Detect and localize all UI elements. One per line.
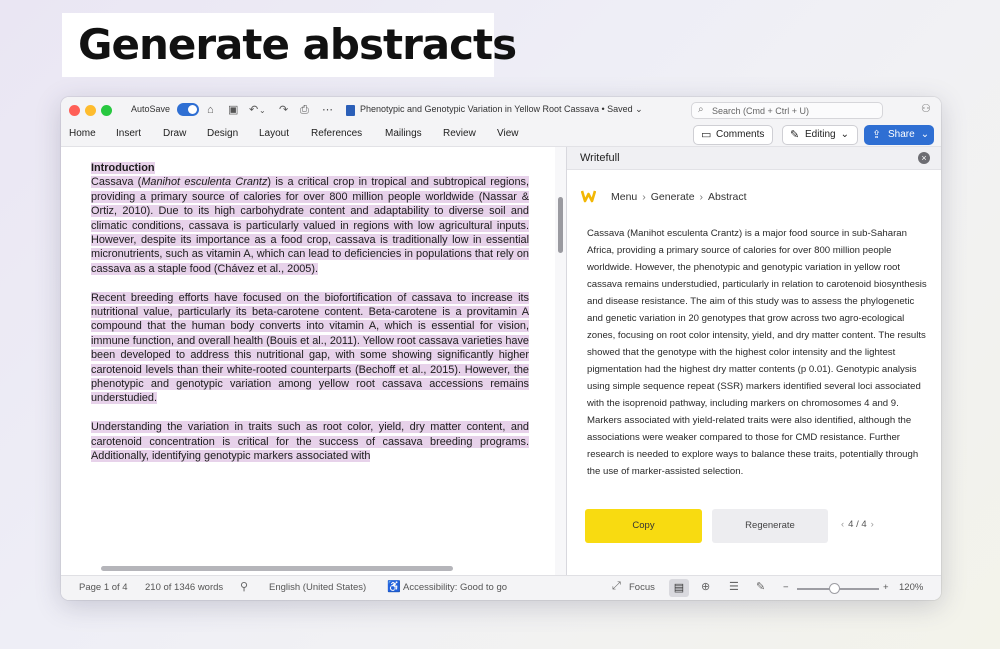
save-state: • Saved ⌄ — [601, 104, 643, 114]
pencil-icon: ✎ — [790, 129, 800, 141]
share-icon: ⇪ — [872, 129, 882, 141]
zoom-in-button[interactable]: + — [883, 582, 889, 593]
paragraph-1: Cassava (Manihot esculenta Crantz) is a … — [91, 176, 529, 275]
chevron-down-icon: ⌄ — [840, 129, 849, 140]
share-button[interactable]: ⇪ Share ⌄ — [864, 125, 934, 145]
zoom-slider-thumb[interactable] — [829, 583, 840, 594]
outline-view-icon[interactable]: ☰ — [729, 580, 739, 593]
breadcrumb-abstract: Abstract — [708, 191, 747, 203]
search-input[interactable]: ⌕ Search (Cmd + Ctrl + U) — [691, 102, 883, 119]
tab-references[interactable]: References — [311, 128, 362, 139]
word-document-icon — [346, 105, 355, 116]
undo-icon[interactable]: ↶ — [249, 102, 258, 118]
tab-design[interactable]: Design — [207, 128, 238, 139]
vertical-scrollbar[interactable] — [558, 197, 563, 253]
save-icon[interactable]: ▣ — [228, 102, 238, 118]
web-layout-icon[interactable]: ⊕ — [701, 580, 710, 593]
accessibility-status[interactable]: Accessibility: Good to go — [403, 582, 507, 593]
close-panel-icon[interactable]: × — [918, 152, 930, 164]
home-icon[interactable]: ⌂ — [207, 102, 214, 118]
paragraph-2: Recent breeding efforts have focused on … — [91, 291, 529, 405]
section-heading: Introduction — [91, 162, 155, 174]
tab-insert[interactable]: Insert — [116, 128, 141, 139]
title-bar: AutoSave ⌂ ▣ ↶ ⌄ ↷ ⎙ ⋯ Phenotypic and Ge… — [61, 97, 941, 124]
chevron-down-icon: ⌄ — [920, 129, 930, 140]
horizontal-scrollbar[interactable] — [101, 566, 453, 571]
focus-button[interactable]: Focus — [629, 582, 655, 593]
zoom-level[interactable]: 120% — [899, 582, 923, 593]
tab-home[interactable]: Home — [69, 128, 96, 139]
breadcrumb-generate[interactable]: Generate — [651, 191, 695, 203]
document-title[interactable]: Phenotypic and Genotypic Variation in Ye… — [360, 104, 643, 115]
writefull-logo-icon — [581, 190, 596, 203]
comments-button[interactable]: ▭ Comments — [693, 125, 773, 145]
comment-icon: ▭ — [701, 129, 712, 141]
zoom-out-button[interactable]: − — [783, 582, 789, 593]
tab-draw[interactable]: Draw — [163, 128, 186, 139]
result-pager: ‹ 4 / 4 › — [837, 519, 878, 530]
tab-review[interactable]: Review — [443, 128, 476, 139]
accessibility-icon: ♿ — [387, 581, 401, 593]
autosave-label: AutoSave — [131, 104, 171, 114]
page-headline: Generate abstracts — [78, 20, 517, 69]
copy-button[interactable]: Copy — [585, 509, 702, 543]
print-layout-icon[interactable]: ▤ — [669, 579, 689, 597]
panel-header: Writefull × — [567, 147, 941, 170]
writefull-panel: Writefull × Menu › Generate › Abstract Cassa… — [567, 147, 941, 575]
print-icon[interactable]: ⎙ — [300, 102, 309, 118]
undo-dropdown-icon[interactable]: ⌄ — [259, 103, 266, 119]
breadcrumb-menu[interactable]: Menu — [611, 191, 637, 203]
status-bar: Page 1 of 4 210 of 1346 words ⚲ English … — [61, 575, 941, 600]
draft-view-icon[interactable]: ✎ — [756, 580, 765, 593]
generated-abstract: Cassava (Manihot esculenta Crantz) is a … — [587, 228, 927, 477]
proofing-icon[interactable]: ⚲ — [240, 580, 248, 593]
panel-title: Writefull — [580, 152, 620, 164]
minimize-window-button[interactable] — [85, 105, 96, 116]
pager-count: 4 / 4 — [848, 519, 867, 530]
redo-icon[interactable]: ↷ — [279, 102, 288, 118]
word-window: AutoSave ⌂ ▣ ↶ ⌄ ↷ ⎙ ⋯ Phenotypic and Ge… — [61, 97, 941, 600]
editing-mode-button[interactable]: ✎ Editing ⌄ — [782, 125, 858, 145]
word-count[interactable]: 210 of 1346 words — [145, 582, 223, 593]
autosave-toggle[interactable] — [177, 103, 199, 116]
search-placeholder: Search (Cmd + Ctrl + U) — [712, 106, 810, 116]
zoom-window-button[interactable] — [101, 105, 112, 116]
regenerate-button[interactable]: Regenerate — [712, 509, 828, 543]
focus-icon[interactable]: ⤢ — [612, 580, 621, 593]
paragraph-3: Understanding the variation in traits su… — [91, 421, 529, 463]
tab-layout[interactable]: Layout — [259, 128, 289, 139]
search-icon: ⌕ — [698, 104, 704, 115]
more-icon[interactable]: ⋯ — [322, 102, 333, 118]
share-people-icon[interactable]: ⚇ — [921, 102, 931, 115]
tab-mailings[interactable]: Mailings — [385, 128, 422, 139]
document-body[interactable]: Introduction Cassava (Manihot esculenta … — [91, 161, 529, 478]
previous-result-icon[interactable]: ‹ — [841, 519, 844, 530]
tab-view[interactable]: View — [497, 128, 519, 139]
page-count[interactable]: Page 1 of 4 — [79, 582, 128, 593]
close-window-button[interactable] — [69, 105, 80, 116]
language-status[interactable]: English (United States) — [269, 582, 366, 593]
breadcrumb: Menu › Generate › Abstract — [611, 191, 747, 203]
next-result-icon[interactable]: › — [871, 519, 874, 530]
